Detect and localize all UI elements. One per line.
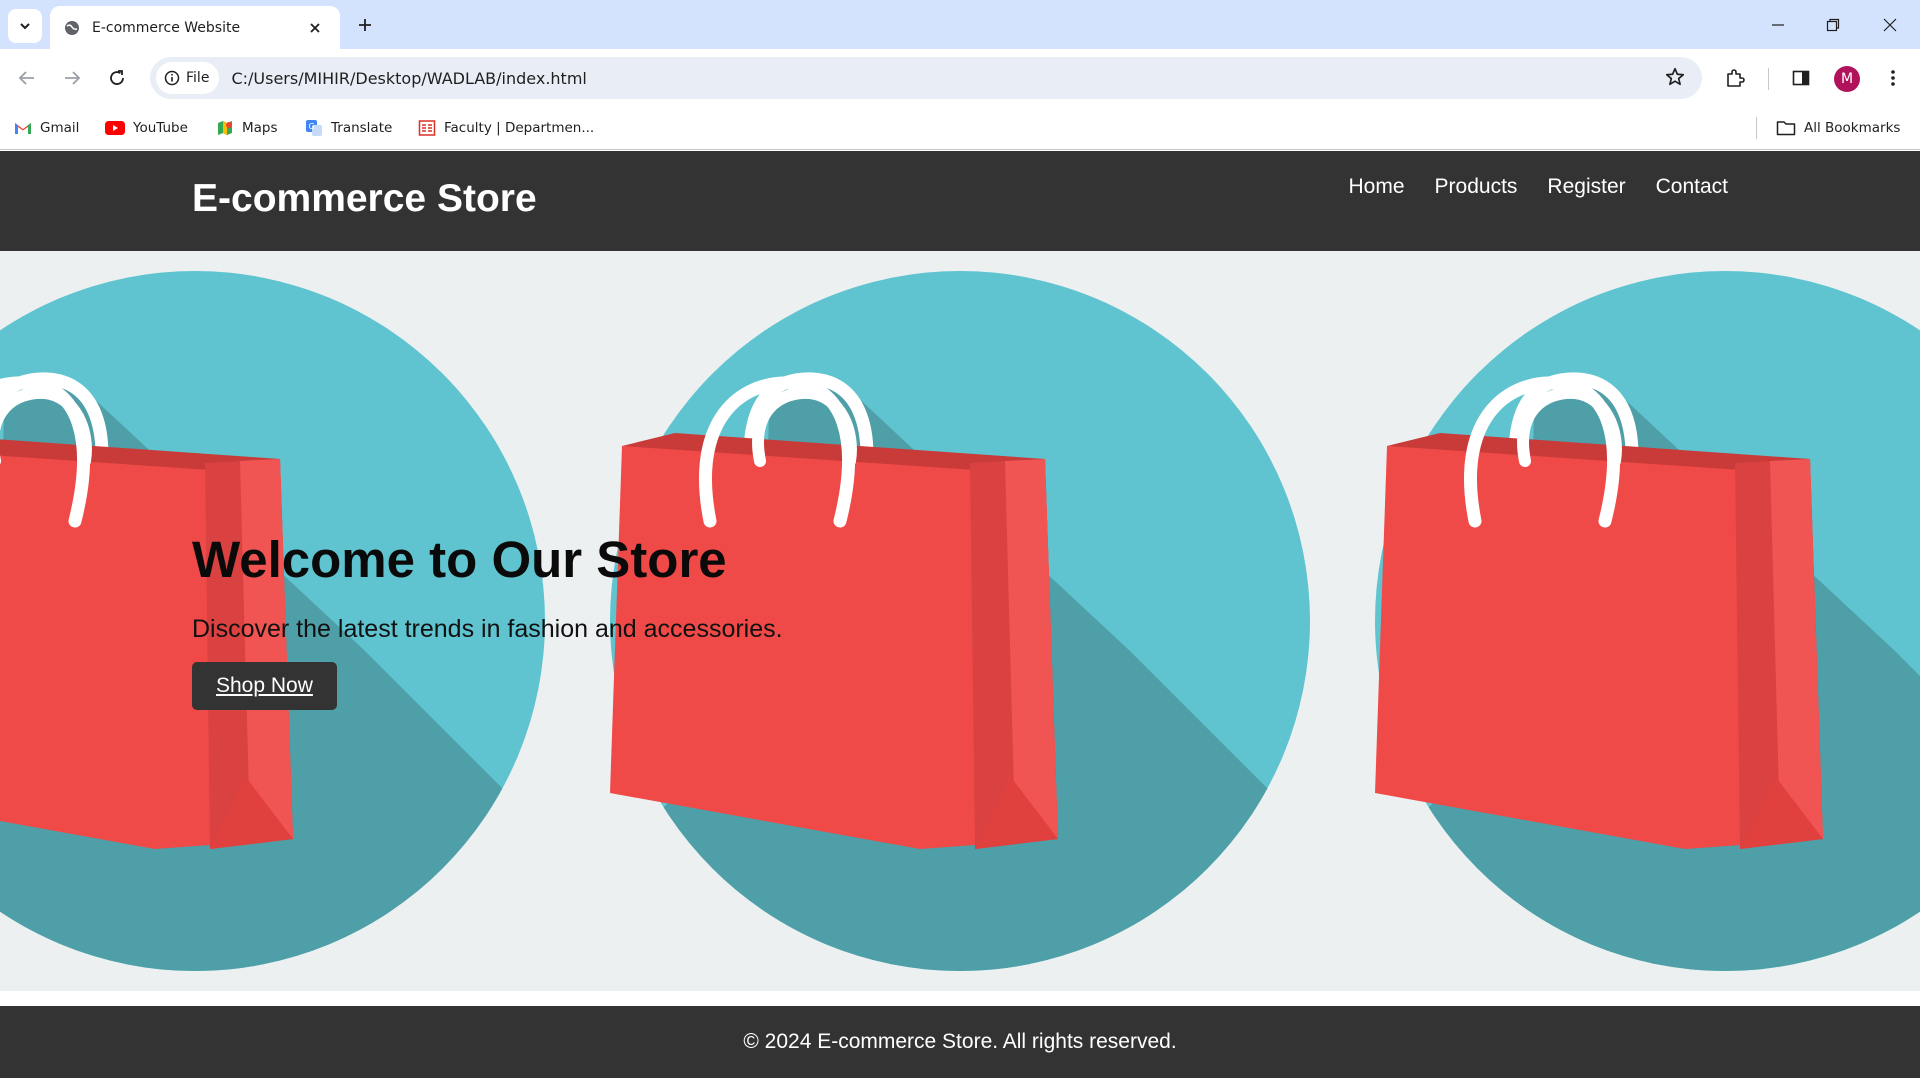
forward-button[interactable]	[55, 61, 89, 95]
reload-icon	[110, 70, 124, 85]
maps-icon	[218, 121, 232, 135]
tab-strip: E-commerce Website	[0, 0, 1920, 49]
site-header: E-commerce Store Home Products Register …	[0, 151, 1920, 251]
plus-icon	[359, 19, 371, 31]
bookmark-label: Gmail	[40, 120, 80, 136]
minimize-button[interactable]	[1758, 10, 1798, 40]
address-bar[interactable]: File C:/Users/MIHIR/Desktop/WADLAB/index…	[150, 57, 1702, 99]
svg-text:G: G	[309, 122, 315, 131]
bookmark-star-button[interactable]	[1664, 66, 1686, 93]
side-panel-icon	[1792, 70, 1810, 86]
bookmark-faculty[interactable]: Faculty | Departmen...	[418, 117, 594, 139]
new-tab-button[interactable]	[352, 12, 378, 38]
profile-avatar[interactable]: M	[1834, 66, 1860, 92]
extensions-button[interactable]	[1718, 61, 1752, 95]
url-text[interactable]: C:/Users/MIHIR/Desktop/WADLAB/index.html	[231, 69, 586, 88]
nav-contact[interactable]: Contact	[1656, 175, 1728, 199]
site-chip-label: File	[186, 70, 210, 86]
folder-icon	[1776, 121, 1796, 136]
minimize-icon	[1772, 24, 1784, 26]
arrow-right-icon	[65, 71, 81, 85]
active-tab[interactable]: E-commerce Website	[50, 6, 340, 49]
bookmark-translate[interactable]: G Translate	[305, 117, 392, 139]
bookmark-label: YouTube	[133, 120, 188, 136]
bookmark-youtube[interactable]: YouTube	[105, 117, 188, 139]
all-bookmarks-button[interactable]: All Bookmarks	[1776, 117, 1900, 139]
site-footer: © 2024 E-commerce Store. All rights rese…	[0, 1006, 1920, 1078]
shopping-bag-image	[1375, 271, 1920, 971]
toolbar-divider	[1768, 68, 1769, 90]
footer-copyright: © 2024 E-commerce Store. All rights rese…	[743, 1030, 1177, 1053]
arrow-left-icon	[18, 71, 34, 85]
star-icon	[1665, 67, 1685, 86]
site-logo[interactable]: E-commerce Store	[192, 177, 537, 221]
hero-title: Welcome to Our Store	[192, 531, 727, 588]
more-vertical-icon	[1891, 70, 1895, 86]
hero-section: Welcome to Our Store Discover the latest…	[0, 251, 1920, 991]
site-nav: Home Products Register Contact	[1349, 175, 1728, 199]
browser-toolbar: File C:/Users/MIHIR/Desktop/WADLAB/index…	[0, 49, 1920, 107]
tab-title: E-commerce Website	[92, 19, 241, 36]
bookmarks-bar: Gmail YouTube Maps G Translate Faculty |…	[0, 107, 1920, 150]
puzzle-icon	[1727, 69, 1745, 87]
hero-content: Welcome to Our Store Discover the latest…	[192, 530, 783, 710]
site-info-chip[interactable]: File	[156, 62, 220, 94]
restore-icon	[1826, 18, 1840, 32]
hero-subtitle: Discover the latest trends in fashion an…	[192, 615, 783, 643]
shop-now-button[interactable]: Shop Now	[192, 662, 337, 710]
bookmark-maps[interactable]: Maps	[216, 117, 278, 139]
all-bookmarks-label: All Bookmarks	[1804, 120, 1901, 136]
close-window-button[interactable]	[1870, 10, 1910, 40]
close-icon	[1883, 18, 1897, 32]
info-icon	[164, 70, 180, 86]
nav-home[interactable]: Home	[1349, 175, 1405, 199]
bookmark-label: Maps	[242, 120, 278, 136]
nav-register[interactable]: Register	[1547, 175, 1625, 199]
nav-products[interactable]: Products	[1435, 175, 1518, 199]
translate-icon: G	[306, 120, 322, 136]
bookmark-gmail[interactable]: Gmail	[14, 117, 79, 139]
globe-icon	[65, 20, 79, 35]
side-panel-button[interactable]	[1784, 61, 1818, 95]
close-tab-button[interactable]	[304, 17, 326, 39]
faculty-icon	[418, 120, 436, 136]
bookmark-label: Translate	[331, 120, 393, 136]
tab-search-button[interactable]	[8, 9, 42, 43]
browser-menu-button[interactable]	[1876, 61, 1910, 95]
back-button[interactable]	[10, 61, 44, 95]
youtube-icon	[105, 121, 125, 135]
bookmark-label: Faculty | Departmen...	[444, 120, 595, 136]
close-icon	[310, 22, 320, 33]
chevron-down-icon	[20, 23, 30, 30]
bookmarks-divider	[1756, 117, 1757, 139]
gmail-icon	[15, 123, 31, 134]
restore-button[interactable]	[1813, 10, 1853, 40]
reload-button[interactable]	[100, 61, 134, 95]
